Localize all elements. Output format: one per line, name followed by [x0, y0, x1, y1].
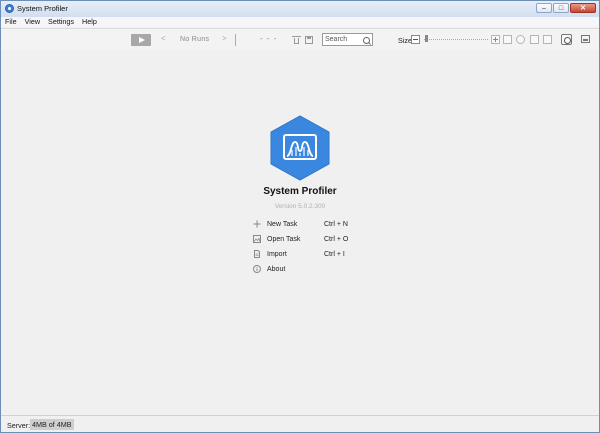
trash-icon[interactable]	[292, 36, 301, 44]
document-icon	[254, 250, 260, 258]
menu-file[interactable]: File	[1, 17, 21, 27]
maximize-button[interactable]: □	[553, 3, 569, 13]
action-label: About	[267, 266, 286, 273]
import-action[interactable]: Import Ctrl + I	[253, 250, 373, 260]
window-title: System Profiler	[17, 4, 68, 13]
action-shortcut: Ctrl + O	[324, 236, 349, 243]
title-bar[interactable]: System Profiler – □ ✕	[1, 1, 599, 17]
server-label: Server:	[7, 421, 31, 430]
runs-label: No Runs	[180, 36, 210, 43]
app-window: System Profiler – □ ✕ File View Settings…	[0, 0, 600, 433]
size-label: Size	[398, 36, 412, 45]
new-task-action[interactable]: New Task Ctrl + N	[253, 220, 373, 230]
plus-icon	[253, 220, 261, 228]
menu-settings[interactable]: Settings	[44, 17, 78, 27]
maximize-icon: □	[558, 4, 564, 12]
search-placeholder: Search	[325, 36, 348, 43]
export-icon[interactable]	[530, 35, 539, 44]
action-label: New Task	[267, 221, 298, 228]
menu-help[interactable]: Help	[78, 17, 101, 27]
info-icon	[253, 265, 261, 273]
zoom-in-button[interactable]	[491, 35, 500, 44]
close-icon: ✕	[580, 4, 586, 12]
panel-toggle-icon[interactable]	[581, 35, 590, 43]
close-button[interactable]: ✕	[570, 3, 596, 13]
play-button[interactable]	[131, 34, 151, 46]
action-shortcut: Ctrl + N	[324, 221, 348, 228]
menu-view[interactable]: View	[21, 17, 44, 27]
server-memory: 4MB of 4MB	[30, 419, 74, 430]
save-icon[interactable]	[305, 36, 313, 44]
app-logo	[270, 115, 330, 181]
version-label: Version 5.0.2.300	[274, 203, 326, 210]
run-dots: - - -	[260, 34, 278, 43]
next-run-icon[interactable]: >	[222, 34, 227, 43]
bar-chart-icon[interactable]	[503, 35, 512, 44]
welcome-panel: System Profiler Version 5.0.2.300 New Ta…	[1, 50, 599, 414]
minimize-icon: –	[542, 4, 546, 12]
app-icon	[5, 4, 14, 13]
action-label: Open Task	[267, 236, 301, 243]
menu-bar: File View Settings Help	[1, 17, 599, 27]
image-icon	[253, 235, 261, 243]
action-label: Import	[267, 251, 287, 258]
search-input[interactable]: Search	[322, 33, 373, 46]
prev-run-icon[interactable]: <	[161, 34, 166, 43]
toolbar-separator	[235, 34, 236, 46]
minimize-button[interactable]: –	[536, 3, 552, 13]
about-action[interactable]: About	[253, 265, 373, 275]
app-name: System Profiler	[263, 186, 337, 197]
help-icon[interactable]	[561, 34, 572, 45]
action-shortcut: Ctrl + I	[324, 251, 345, 258]
size-slider[interactable]	[424, 39, 488, 41]
search-icon	[363, 37, 370, 44]
size-slider-handle[interactable]	[425, 35, 428, 42]
zoom-out-button[interactable]	[411, 35, 420, 44]
open-task-action[interactable]: Open Task Ctrl + O	[253, 235, 373, 245]
status-bar: Server: 4MB of 4MB	[1, 415, 599, 432]
clock-icon[interactable]	[516, 35, 525, 44]
toolbar: < No Runs > - - - Search Size	[1, 28, 599, 52]
window-controls: – □ ✕	[535, 3, 596, 13]
layout-icon[interactable]	[543, 35, 552, 44]
